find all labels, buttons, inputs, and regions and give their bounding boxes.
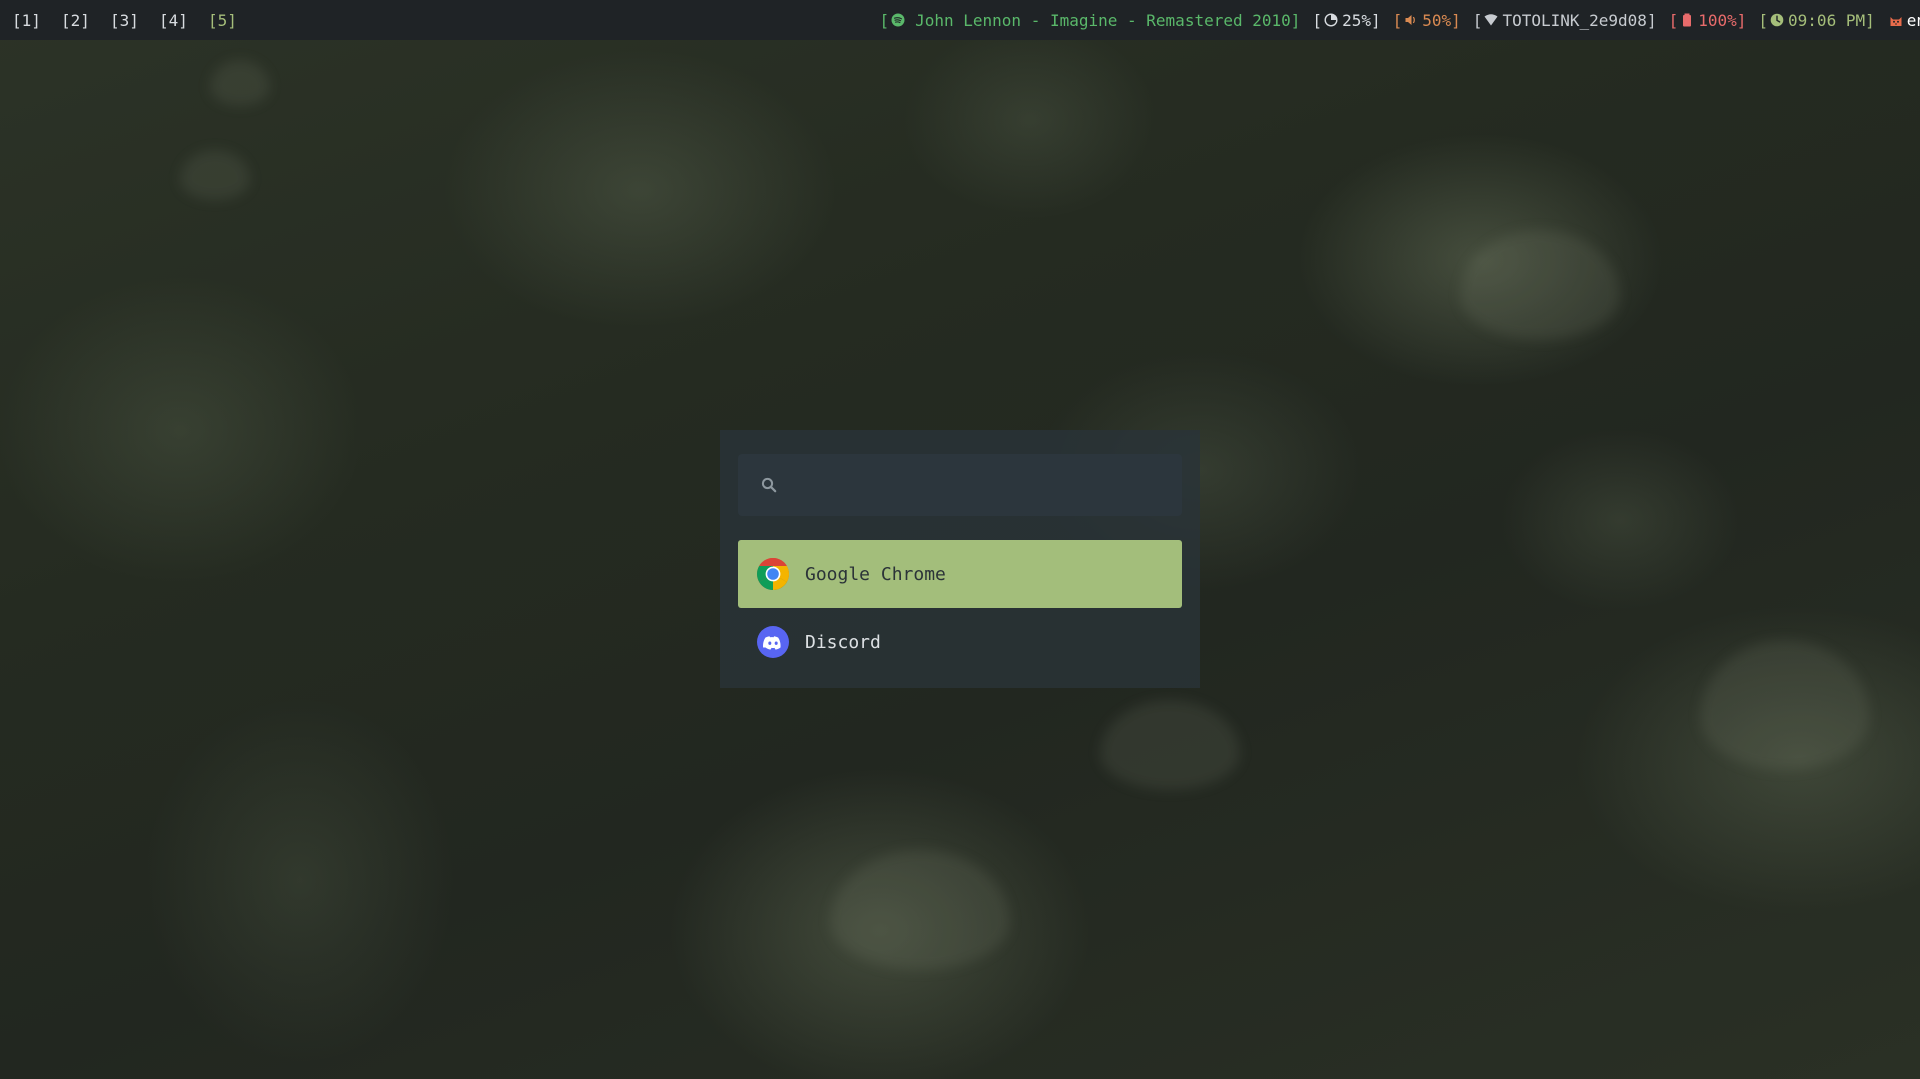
result-label: Discord bbox=[805, 631, 881, 653]
workspace-4[interactable]: [4] bbox=[159, 11, 208, 30]
volume-value: 50% bbox=[1422, 10, 1452, 30]
battery-value: 100% bbox=[1698, 10, 1737, 30]
wallpaper-leaf bbox=[210, 60, 270, 106]
battery-bracket-open: [ bbox=[1668, 10, 1679, 30]
keyboard-cat-icon bbox=[1889, 13, 1903, 27]
volume-bracket-open: [ bbox=[1392, 10, 1403, 30]
search-input[interactable] bbox=[790, 464, 1182, 506]
clock-time: 09:06 PM bbox=[1788, 10, 1866, 30]
wifi-ssid: TOTOLINK_2e9d08 bbox=[1502, 10, 1647, 30]
desktop-wallpaper: [1] [2] [3] [4] [5] [ John Lennon - Imag… bbox=[0, 0, 1920, 1079]
wifi-icon bbox=[1484, 13, 1498, 27]
clock-bracket-close: ] bbox=[1865, 10, 1875, 30]
wallpaper-leaf bbox=[830, 850, 1010, 970]
wifi-bracket-close: ] bbox=[1646, 10, 1657, 30]
wallpaper-leaf bbox=[180, 150, 250, 200]
battery-bracket-close: ] bbox=[1736, 10, 1747, 30]
cpu-status: [ 25% ] bbox=[1312, 11, 1380, 30]
cpu-value: 25% bbox=[1342, 10, 1371, 30]
music-status[interactable]: [ John Lennon - Imagine - Remastered 201… bbox=[879, 11, 1300, 30]
clock-bracket-open: [ bbox=[1758, 10, 1769, 30]
speaker-icon bbox=[1404, 13, 1418, 27]
wifi-bracket-open: [ bbox=[1472, 10, 1483, 30]
workspace-1[interactable]: [1] bbox=[12, 11, 61, 30]
music-bracket-close: ] bbox=[1290, 10, 1301, 30]
search-icon bbox=[760, 476, 778, 494]
result-discord[interactable]: Discord bbox=[738, 608, 1182, 676]
wifi-status[interactable]: [ TOTOLINK_2e9d08 ] bbox=[1473, 11, 1657, 30]
volume-status[interactable]: [ 50% ] bbox=[1393, 11, 1461, 30]
wallpaper-leaf bbox=[1460, 230, 1620, 340]
result-google-chrome[interactable]: Google Chrome bbox=[738, 540, 1182, 608]
workspace-2[interactable]: [2] bbox=[61, 11, 110, 30]
battery-status: [ 100% ] bbox=[1669, 11, 1747, 30]
wallpaper-leaf bbox=[1100, 700, 1240, 790]
app-launcher: Google Chrome Discord bbox=[720, 430, 1200, 688]
cpu-bracket-close: ] bbox=[1370, 10, 1381, 30]
clock-icon bbox=[1770, 13, 1784, 27]
cpu-bracket-open: [ bbox=[1312, 10, 1323, 30]
workspace-list: [1] [2] [3] [4] [5] bbox=[12, 11, 257, 30]
workspace-3[interactable]: [3] bbox=[110, 11, 159, 30]
pie-chart-icon bbox=[1324, 13, 1338, 27]
clock-status[interactable]: [ 09:06 PM ] bbox=[1758, 11, 1874, 30]
language-code: en bbox=[1906, 10, 1920, 30]
chrome-icon bbox=[756, 557, 790, 591]
music-track: John Lennon - Imagine - Remastered 2010 bbox=[915, 10, 1291, 30]
volume-bracket-close: ] bbox=[1451, 10, 1461, 30]
discord-icon bbox=[756, 625, 790, 659]
music-bracket-open: [ bbox=[879, 10, 890, 30]
spotify-icon bbox=[891, 13, 905, 27]
language-status[interactable]: en bbox=[1887, 11, 1920, 30]
result-list: Google Chrome Discord bbox=[738, 540, 1182, 676]
result-label: Google Chrome bbox=[805, 563, 946, 585]
top-bar: [1] [2] [3] [4] [5] [ John Lennon - Imag… bbox=[0, 0, 1920, 40]
wallpaper-leaf bbox=[1700, 640, 1870, 770]
battery-icon bbox=[1680, 13, 1694, 27]
workspace-5[interactable]: [5] bbox=[208, 11, 257, 30]
search-box[interactable] bbox=[738, 454, 1182, 516]
status-area: [ John Lennon - Imagine - Remastered 201… bbox=[879, 0, 1920, 40]
